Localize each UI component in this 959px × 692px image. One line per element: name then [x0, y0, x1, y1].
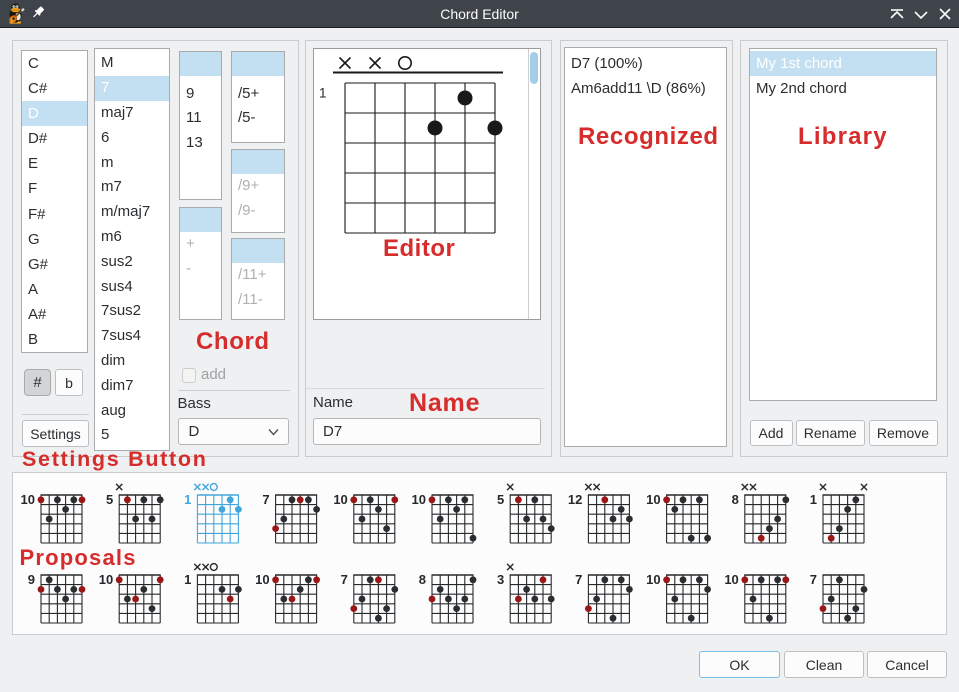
- svg-text:12: 12: [568, 492, 582, 507]
- svg-text:10: 10: [412, 492, 426, 507]
- svg-text:9: 9: [28, 572, 35, 587]
- svg-text:7: 7: [262, 492, 269, 507]
- svg-text:10: 10: [646, 492, 660, 507]
- svg-text:10: 10: [724, 572, 738, 587]
- svg-text:7: 7: [341, 572, 348, 587]
- svg-text:7: 7: [575, 572, 582, 587]
- svg-text:1: 1: [810, 492, 817, 507]
- svg-text:7: 7: [810, 572, 817, 587]
- svg-text:10: 10: [646, 572, 660, 587]
- svg-text:10: 10: [333, 492, 347, 507]
- svg-text:10: 10: [21, 492, 35, 507]
- svg-text:8: 8: [419, 572, 426, 587]
- svg-text:1: 1: [184, 492, 191, 507]
- svg-text:5: 5: [497, 492, 504, 507]
- svg-text:1: 1: [319, 86, 327, 101]
- svg-text:5: 5: [106, 492, 113, 507]
- svg-text:8: 8: [732, 492, 739, 507]
- svg-text:3: 3: [497, 572, 504, 587]
- svg-text:10: 10: [99, 572, 113, 587]
- svg-text:1: 1: [184, 572, 191, 587]
- svg-text:10: 10: [255, 572, 269, 587]
